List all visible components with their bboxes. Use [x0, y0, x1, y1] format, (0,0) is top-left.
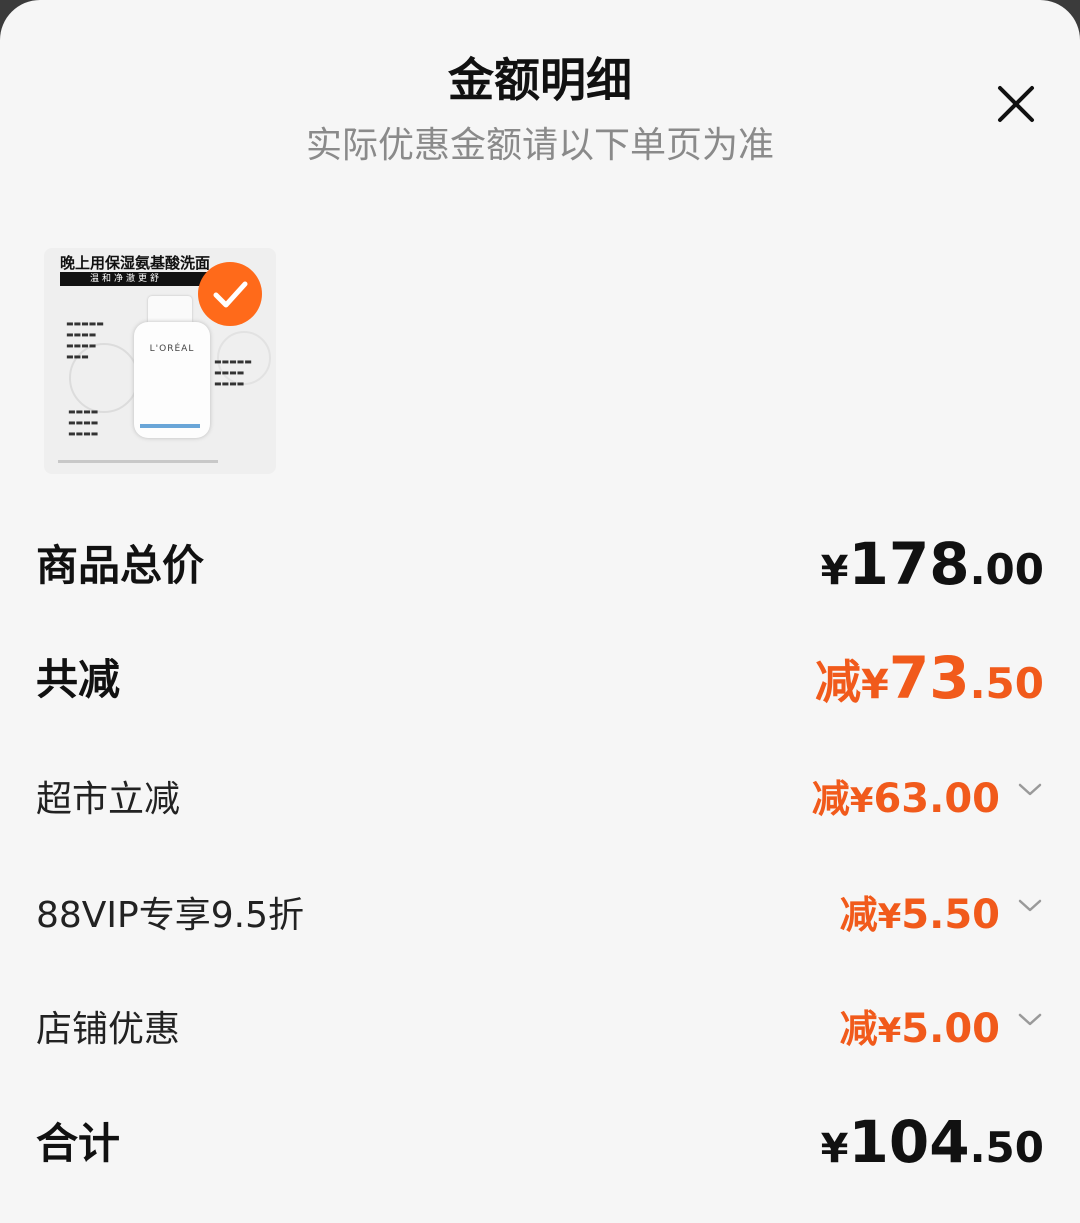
currency-symbol: ¥ — [849, 781, 874, 821]
total-price-amount: ¥178.00 — [821, 530, 1044, 598]
row-total-discount: 共减 减¥73.50 — [36, 644, 1044, 714]
sheet-title: 金额明细 — [448, 53, 632, 107]
amount-integer: 73 — [888, 644, 970, 712]
product-bottle — [134, 322, 210, 438]
amount-integer: 5 — [901, 892, 930, 938]
check-icon — [213, 281, 248, 308]
amount-detail-sheet: 金额明细 实际优惠金额请以下单页为准 晚上用保湿氨基酸洗面 温和净澈更舒 L'O… — [0, 0, 1080, 1223]
amount-decimal: .00 — [969, 545, 1044, 594]
close-button[interactable] — [986, 74, 1046, 134]
currency-symbol: ¥ — [861, 662, 889, 708]
amount-integer: 178 — [848, 530, 970, 598]
amount-decimal: .00 — [929, 776, 1000, 822]
chevron-down-icon[interactable] — [1016, 1010, 1044, 1030]
supermarket-discount-label: 超市立减 — [36, 779, 181, 820]
amount-decimal: .00 — [929, 1006, 1000, 1052]
row-shop-discount[interactable]: 店铺优惠 减¥5.00 — [36, 996, 1044, 1056]
currency-symbol: ¥ — [877, 897, 902, 937]
currency-symbol: ¥ — [877, 1011, 902, 1051]
bottle-label-strip — [140, 424, 200, 428]
chevron-down-icon[interactable] — [1016, 896, 1044, 916]
row-supermarket-discount[interactable]: 超市立减 减¥63.00 — [36, 766, 1044, 826]
amount-integer: 5 — [901, 1006, 930, 1052]
supermarket-discount-amount: 减¥63.00 — [812, 768, 1000, 823]
amount-decimal: .50 — [969, 659, 1044, 708]
total-discount-label: 共减 — [36, 655, 121, 704]
discount-prefix: 减 — [811, 777, 850, 821]
shop-discount-amount: 减¥5.00 — [840, 998, 1000, 1053]
close-icon — [998, 86, 1034, 122]
discount-prefix: 减 — [839, 1007, 878, 1051]
image-note-left: ▬▬▬▬▬ ▬▬▬▬ ▬▬▬▬ ▬▬▬ — [66, 319, 104, 361]
selected-badge — [198, 262, 262, 326]
currency-symbol: ¥ — [820, 548, 849, 594]
product-brand: L'ORÉAL — [149, 344, 195, 354]
chevron-down-icon[interactable] — [1016, 780, 1044, 800]
row-grand-total: 合计 ¥104.50 — [36, 1108, 1044, 1178]
discount-prefix: 减 — [815, 655, 862, 709]
grand-total-amount: ¥104.50 — [821, 1108, 1044, 1176]
image-note-bottom: ▬▬▬▬ ▬▬▬▬ ▬▬▬▬ — [68, 407, 99, 438]
currency-symbol: ¥ — [820, 1126, 849, 1172]
shop-discount-label: 店铺优惠 — [36, 1009, 181, 1050]
amount-integer: 104 — [848, 1108, 970, 1176]
vip-discount-label: 88VIP专享9.5折 — [36, 895, 305, 936]
discount-prefix: 减 — [839, 893, 878, 937]
image-note-right: ▬▬▬▬▬ ▬▬▬▬ ▬▬▬▬ — [214, 357, 252, 388]
grand-total-label: 合计 — [36, 1119, 121, 1168]
amount-decimal: .50 — [929, 892, 1000, 938]
total-price-label: 商品总价 — [36, 541, 205, 590]
amount-integer: 63 — [873, 776, 930, 822]
row-88vip-discount[interactable]: 88VIP专享9.5折 减¥5.50 — [36, 882, 1044, 942]
row-total-price: 商品总价 ¥178.00 — [36, 530, 1044, 600]
sheet-subtitle: 实际优惠金额请以下单页为准 — [305, 125, 774, 166]
total-discount-amount: 减¥73.50 — [815, 644, 1044, 712]
amount-decimal: .50 — [969, 1123, 1044, 1172]
vip-discount-amount: 减¥5.50 — [840, 884, 1000, 939]
